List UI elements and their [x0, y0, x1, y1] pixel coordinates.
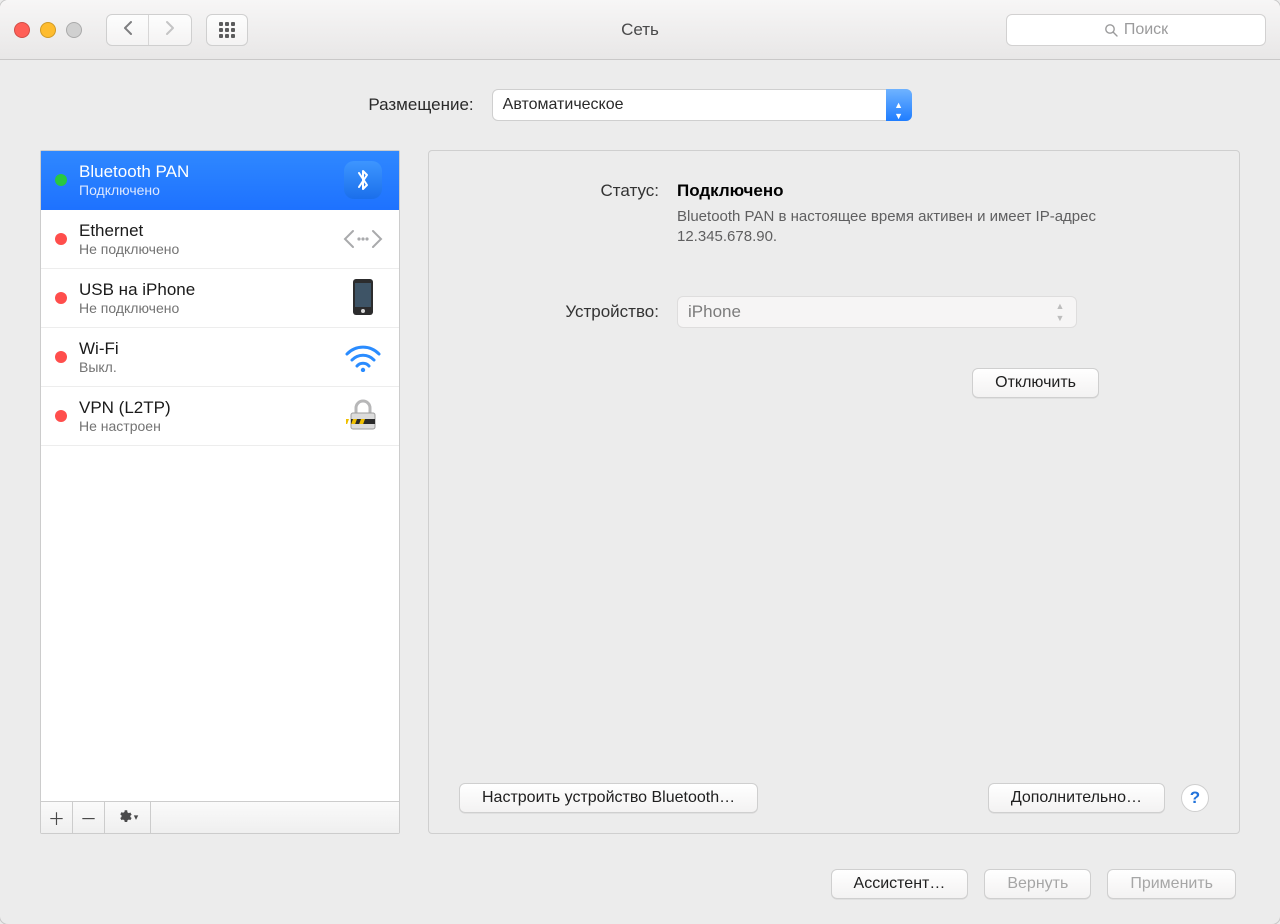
popup-stepper-icon: ▲▼: [886, 89, 912, 121]
location-popup[interactable]: Автоматическое ▲▼: [492, 89, 912, 121]
status-dot-icon: [55, 351, 67, 363]
interface-icon-wrap: [341, 397, 385, 435]
status-value: Подключено: [677, 181, 1209, 201]
interface-status: Не подключено: [79, 241, 329, 257]
interface-item[interactable]: Bluetooth PANПодключено: [41, 151, 399, 210]
disconnect-row: Отключить: [459, 368, 1209, 398]
advanced-button[interactable]: Дополнительно…: [988, 783, 1165, 813]
interface-status: Не настроен: [79, 418, 329, 434]
interface-icon-wrap: [341, 338, 385, 376]
zoom-window-button[interactable]: [66, 22, 82, 38]
status-row: Статус: Подключено Bluetooth PAN в насто…: [459, 181, 1209, 248]
revert-button[interactable]: Вернуть: [984, 869, 1091, 899]
nav-segmented: [106, 14, 192, 46]
sidebar-footer: ＋ － ▾: [41, 801, 399, 833]
gear-icon: [117, 809, 132, 827]
device-select[interactable]: iPhone ▲▼: [677, 296, 1077, 328]
status-dot-icon: [55, 410, 67, 422]
chevron-right-icon: [164, 20, 176, 39]
back-button[interactable]: [107, 15, 149, 45]
interface-texts: EthernetНе подключено: [79, 221, 329, 257]
content: Размещение: Автоматическое ▲▼ Bluetooth …: [0, 60, 1280, 924]
disconnect-button[interactable]: Отключить: [972, 368, 1099, 398]
status-dot-icon: [55, 174, 67, 186]
lock-icon: [346, 397, 380, 436]
add-interface-button[interactable]: ＋: [41, 802, 73, 833]
window-controls: [14, 22, 82, 38]
show-all-button[interactable]: [206, 14, 248, 46]
device-value: iPhone: [688, 302, 741, 322]
interface-item[interactable]: Wi-FiВыкл.: [41, 328, 399, 387]
help-icon: ?: [1190, 788, 1200, 808]
apps-grid-icon: [219, 22, 235, 38]
interface-icon-wrap: [341, 161, 385, 199]
interface-name: USB на iPhone: [79, 280, 329, 300]
detail-footer: Настроить устройство Bluetooth… Дополнит…: [459, 783, 1209, 813]
location-label: Размещение:: [368, 95, 473, 115]
titlebar: Сеть Поиск: [0, 0, 1280, 60]
plus-icon: ＋: [48, 805, 65, 830]
chevron-updown-icon: ▲▼: [1052, 297, 1068, 327]
interface-actions-button[interactable]: ▾: [105, 802, 151, 833]
minus-icon: －: [80, 805, 97, 830]
window: Сеть Поиск Размещение: Автоматическое ▲▼…: [0, 0, 1280, 924]
interface-texts: Bluetooth PANПодключено: [79, 162, 329, 198]
interface-texts: Wi-FiВыкл.: [79, 339, 329, 375]
search-placeholder: Поиск: [1124, 21, 1168, 39]
interface-name: Bluetooth PAN: [79, 162, 329, 182]
device-row: Устройство: iPhone ▲▼: [459, 296, 1209, 328]
minimize-window-button[interactable]: [40, 22, 56, 38]
interface-sidebar: Bluetooth PANПодключеноEthernetНе подклю…: [40, 150, 400, 834]
interface-item[interactable]: EthernetНе подключено: [41, 210, 399, 269]
assistant-button[interactable]: Ассистент…: [831, 869, 969, 899]
interface-icon-wrap: [341, 279, 385, 317]
chevron-down-icon: ▾: [134, 812, 139, 823]
status-description: Bluetooth PAN в настоящее время активен …: [677, 207, 1157, 248]
interface-detail: Статус: Подключено Bluetooth PAN в насто…: [428, 150, 1240, 834]
location-row: Размещение: Автоматическое ▲▼: [0, 60, 1280, 150]
window-footer: Ассистент… Вернуть Применить: [0, 844, 1280, 924]
interface-status: Не подключено: [79, 300, 329, 316]
apply-button[interactable]: Применить: [1107, 869, 1236, 899]
status-dot-icon: [55, 233, 67, 245]
status-label: Статус:: [459, 181, 659, 248]
location-value: Автоматическое: [503, 96, 624, 114]
status-dot-icon: [55, 292, 67, 304]
remove-interface-button[interactable]: －: [73, 802, 105, 833]
interface-icon-wrap: [341, 220, 385, 258]
chevron-left-icon: [122, 20, 134, 39]
search-icon: [1104, 23, 1118, 37]
interface-item[interactable]: VPN (L2TP)Не настроен: [41, 387, 399, 446]
interface-list: Bluetooth PANПодключеноEthernetНе подклю…: [41, 151, 399, 801]
help-button[interactable]: ?: [1181, 784, 1209, 812]
search-field[interactable]: Поиск: [1006, 14, 1266, 46]
interface-item[interactable]: USB на iPhoneНе подключено: [41, 269, 399, 328]
wifi-icon: [343, 342, 383, 372]
interface-name: VPN (L2TP): [79, 398, 329, 418]
status-value-wrap: Подключено Bluetooth PAN в настоящее вре…: [677, 181, 1209, 248]
close-window-button[interactable]: [14, 22, 30, 38]
interface-texts: VPN (L2TP)Не настроен: [79, 398, 329, 434]
interface-status: Выкл.: [79, 359, 329, 375]
main-row: Bluetooth PANПодключеноEthernetНе подклю…: [0, 150, 1280, 844]
device-label: Устройство:: [459, 302, 659, 322]
interface-status: Подключено: [79, 182, 329, 198]
setup-bluetooth-button[interactable]: Настроить устройство Bluetooth…: [459, 783, 758, 813]
forward-button[interactable]: [149, 15, 191, 45]
bluetooth-icon: [344, 161, 382, 199]
interface-name: Wi-Fi: [79, 339, 329, 359]
ethernet-icon: [340, 224, 386, 254]
iphone-icon: [352, 278, 374, 319]
interface-texts: USB на iPhoneНе подключено: [79, 280, 329, 316]
interface-name: Ethernet: [79, 221, 329, 241]
